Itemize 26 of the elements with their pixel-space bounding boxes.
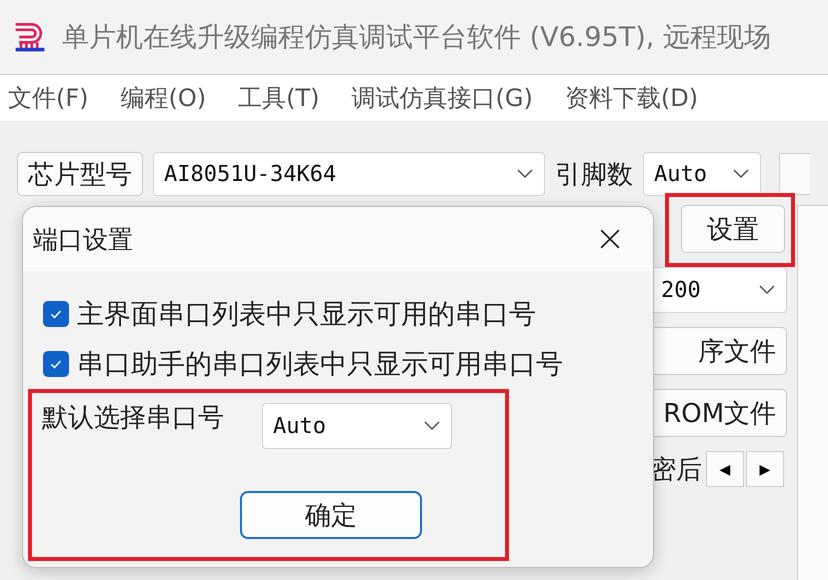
menu-item[interactable]: 编程(O)	[120, 82, 206, 114]
scroll-right-button[interactable]: ▶	[746, 451, 784, 487]
chevron-down-icon	[516, 169, 534, 179]
settings-button[interactable]: 设置	[681, 205, 786, 253]
window-title: 单片机在线升级编程仿真调试平台软件 (V6.95T), 远程现场	[62, 21, 771, 55]
chevron-down-icon	[758, 285, 776, 295]
menu-item[interactable]: 调试仿真接口(G)	[352, 82, 533, 114]
menu-item[interactable]: 工具(T)	[238, 82, 320, 114]
chevron-down-icon	[732, 169, 750, 179]
menu-item[interactable]: 文件(F)	[8, 82, 89, 114]
default-port-label: 默认选择串口号	[42, 402, 224, 434]
menu-item[interactable]: 资料下载(D)	[564, 82, 698, 114]
pin-count-dropdown[interactable]: Auto	[643, 152, 761, 196]
checkbox-label: 主界面串口列表中只显示可用的串口号	[77, 298, 536, 332]
checkbox[interactable]	[43, 351, 69, 377]
pin-count-label: 引脚数	[555, 158, 633, 192]
chip-model-dropdown[interactable]: AI8051U-34K64	[153, 152, 545, 196]
checkbox[interactable]	[43, 301, 69, 327]
dialog-title: 端口设置	[33, 224, 133, 256]
default-port-dropdown[interactable]: Auto	[262, 403, 452, 449]
chip-model-button[interactable]: 芯片型号	[17, 152, 143, 196]
chevron-down-icon	[423, 421, 441, 431]
close-icon[interactable]	[599, 228, 621, 250]
checkbox-label: 串口助手的串口列表中只显示可用串口号	[77, 348, 563, 382]
ok-button[interactable]: 确定	[240, 491, 422, 539]
scroll-left-button[interactable]: ◀	[706, 451, 744, 487]
